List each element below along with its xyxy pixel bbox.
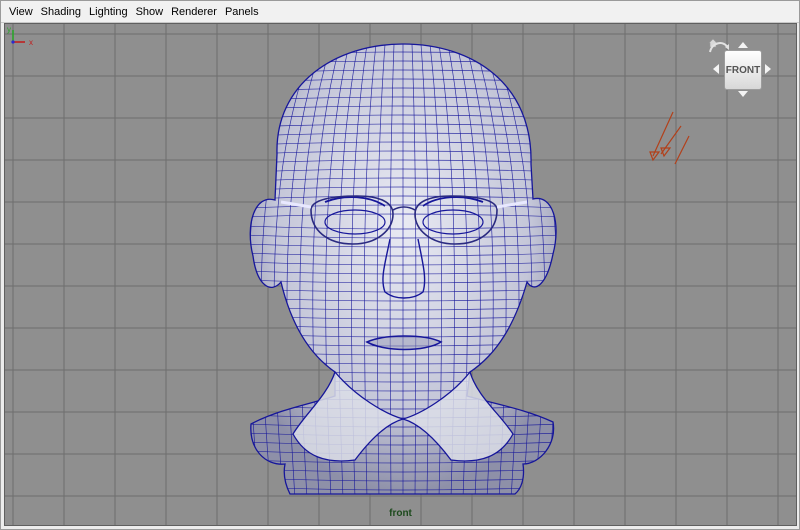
maya-panel: View Shading Lighting Show Renderer Pane… [0,0,800,530]
menu-panels[interactable]: Panels [221,1,263,23]
axis-x-label: x [29,38,33,46]
viewport-scene[interactable] [5,24,797,526]
panel-menubar: View Shading Lighting Show Renderer Pane… [1,1,799,23]
viewcube-arrow-right-icon[interactable] [765,64,771,74]
head-mesh[interactable] [223,39,584,499]
viewcube-arrow-left-icon[interactable] [713,64,719,74]
light-locator-icon[interactable] [649,111,690,165]
viewcube-arrow-down-icon[interactable] [738,91,748,97]
viewcube-front-face[interactable]: FRONT [724,50,762,90]
axis-y-label: y [7,25,11,34]
menu-lighting[interactable]: Lighting [85,1,132,23]
viewcube[interactable]: FRONT [708,38,778,108]
axis-gizmo: y x [7,25,33,46]
menu-view[interactable]: View [5,1,37,23]
menu-shading[interactable]: Shading [37,1,85,23]
viewcube-arrow-up-icon[interactable] [738,42,748,48]
axis-z-dot [11,40,15,44]
menu-renderer[interactable]: Renderer [167,1,221,23]
front-viewport[interactable]: FRONT y x front [4,23,797,526]
menu-show[interactable]: Show [132,1,168,23]
camera-label: front [389,508,412,519]
